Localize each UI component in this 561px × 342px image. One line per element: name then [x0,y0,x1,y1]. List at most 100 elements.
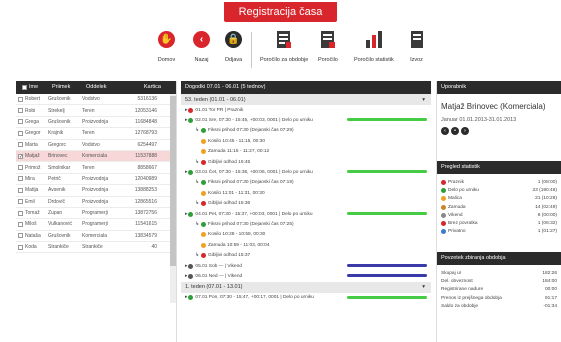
row-checkbox[interactable] [18,210,23,216]
pager: ‹ • › [437,125,561,137]
cell-oddelek: Strankiče [82,244,103,251]
row-checkbox[interactable]: ✓ [18,153,23,159]
table-row[interactable]: Mira Petrič Proizvodnja 12040989 [16,174,176,186]
home-button[interactable]: ✋ Domov [157,30,176,63]
expand-arrow-icon[interactable]: ▸ [185,170,187,175]
event-day-row[interactable]: ▸ 02.01 Sre, 07:30 - 15:45, +00:03, 0001 … [181,115,431,125]
table-row[interactable]: Robert Grušovnik Vodstvo 5316136 [16,94,176,106]
prev-icon[interactable]: ‹ [441,127,449,135]
event-text: 07.01 Pon, 07:30 - 15:47, +00:17, 0001 |… [195,295,314,301]
cell-ime: Nataša [25,232,41,239]
summary-row: Del. obveznost 184:00 [437,277,561,285]
row-checkbox[interactable] [18,199,23,205]
period-report-button[interactable]: Poročilo za obdobje [260,30,308,63]
select-all-checkbox[interactable] [22,85,27,90]
column-priimek[interactable]: Priimek [52,81,86,94]
stat-value: 1 (08:00) [537,179,557,185]
stats-report-label: Poročilo statistik [354,57,394,63]
next-icon[interactable]: › [461,127,469,135]
event-day-row[interactable]: ▸ 03.01 Čet, 07:30 - 15:36, +00:06, 0001 … [181,167,431,177]
app-window: Registracija časa ✋ Domov ‹ Nazaj 🔒 Odja… [0,0,561,342]
branch-icon: ↳ [195,253,200,259]
row-checkbox[interactable] [18,187,23,193]
table-row[interactable]: Primož Smolnikar Teren 8858667 [16,162,176,174]
event-text: Kosilo 11:01 - 11:31, 00:30 [208,190,265,196]
stats-report-button[interactable]: Poročilo statistik [354,30,394,63]
scrollbar-thumb[interactable] [170,96,176,266]
week-header[interactable]: 1. teden (07.01 - 13.01) ▾ [181,281,431,293]
day-progress-bar [347,211,427,215]
expand-arrow-icon[interactable]: ▸ [185,108,187,113]
report-icon [277,31,292,48]
cell-priimek: Drdovič [48,198,65,205]
event-day-row[interactable]: ▸ 05.01 Sob — | Vikend [181,261,431,271]
event-day-row[interactable]: ▸ 04.01 Pet, 07:30 - 15:37, +00:03, 0001 … [181,209,431,219]
table-row[interactable]: Tomaž Zupan Programerji 13872756 [16,208,176,220]
stat-label: Zamuda [448,204,466,210]
report-button[interactable]: Poročilo [318,30,338,63]
event-text: 05.01 Sob — | Vikend [195,263,242,269]
table-row[interactable]: Robi Strekelj Teren 12053146 [16,105,176,117]
chevron-down-icon[interactable]: ▾ [422,97,425,103]
table-row[interactable]: Miloš Vulkanović Programerji 11541615 [16,219,176,231]
row-checkbox[interactable] [18,119,23,125]
stat-value: 23 (190:46) [532,187,557,193]
summary-list: Skupaj ur 182:26 Del. obveznost 184:00 Regis… [437,269,561,310]
cell-kartica: 12768793 [134,130,157,137]
cell-kartica: 12053146 [134,107,157,114]
cell-priimek: Petrič [48,175,61,182]
row-checkbox[interactable] [18,244,23,250]
stat-color-icon [441,179,446,185]
table-row[interactable]: Emil Drdovič Proizvodnja 12865516 [16,197,176,208]
event-detail-row: Zamuda 11:15 - 11:27, 00:12 [181,147,431,157]
stat-row: Brez povratka 1 (06:32) [437,219,561,227]
cell-ime: Mira [25,175,35,182]
export-button[interactable]: Izvoz [407,30,426,63]
event-detail-row: ↳ Fiksni prihod 07:30 (Dejanski čas 07:19… [181,178,431,188]
row-checkbox[interactable] [18,96,23,102]
row-checkbox[interactable] [18,142,23,148]
day-progress-bar [347,170,427,174]
row-checkbox[interactable] [18,221,23,227]
row-checkbox[interactable] [18,108,23,114]
column-kartica[interactable]: Kartica [128,81,161,94]
employee-scrollbar[interactable] [170,94,176,303]
back-button[interactable]: ‹ Nazaj [192,30,211,63]
expand-arrow-icon[interactable]: ▸ [185,264,187,269]
expand-arrow-icon[interactable]: ▸ [185,274,187,279]
row-checkbox[interactable] [18,176,23,182]
stat-label: Vikend [448,212,463,218]
week-header[interactable]: 53. teden (01.01 - 06.01) ▾ [181,94,431,105]
expand-arrow-icon[interactable]: ▸ [185,118,187,123]
expand-arrow-icon[interactable]: ▸ [185,295,187,300]
stat-label: Praznik [448,179,464,185]
event-day-row[interactable]: ▸ 01.01 Tor PR | Praznik [181,105,431,115]
event-text: Kosilo 10:28 - 10:58, 00:30 [208,232,266,238]
toolbar-divider [251,32,252,68]
row-checkbox[interactable] [18,130,23,136]
chevron-down-icon[interactable]: ▾ [422,284,425,290]
table-row[interactable]: Matija Avsenik Proizvodnja 13888253 [16,185,176,197]
cell-ime: Robi [25,107,36,114]
column-oddelek[interactable]: Oddelek [86,81,128,94]
cell-kartica: 6254497 [137,141,157,148]
table-row[interactable]: Gregor Krajnik Teren 12768793 [16,128,176,140]
table-row[interactable]: Grega Grušovnik Proizvodnja 11684848 [16,117,176,129]
logout-button[interactable]: 🔒 Odjava [224,30,243,63]
hand-icon: ✋ [158,31,175,48]
expand-arrow-icon[interactable]: ▸ [185,212,187,217]
event-day-row[interactable]: ▸ 07.01 Pon, 07:30 - 15:47, +00:17, 0001 … [181,293,431,303]
event-text: Kosilo 10:45 - 11:15, 00:30 [208,138,265,144]
calendar-icon[interactable]: • [451,127,459,135]
row-checkbox[interactable] [18,233,23,239]
event-day-row[interactable]: ▸ 06.01 Ned — | Vikend [181,271,431,281]
table-row[interactable]: Koda Strankiče Strankiče 40 [16,242,176,254]
table-row[interactable]: Marta Gregorc Vodstvo 6254497 [16,140,176,151]
stat-row: Malica 21 (10:28) [437,195,561,203]
event-detail-row: ↳ Gibljivi odhod 15:36 [181,199,431,209]
table-row[interactable]: Nataša Grušovnik Komerciala 13834579 [16,231,176,243]
column-ime[interactable]: Ime [29,81,52,94]
status-dot-icon [188,118,194,124]
row-checkbox[interactable] [18,165,23,171]
table-row[interactable]: ✓ Matjaž Brinovec Komerciala 11537888 [16,150,176,163]
